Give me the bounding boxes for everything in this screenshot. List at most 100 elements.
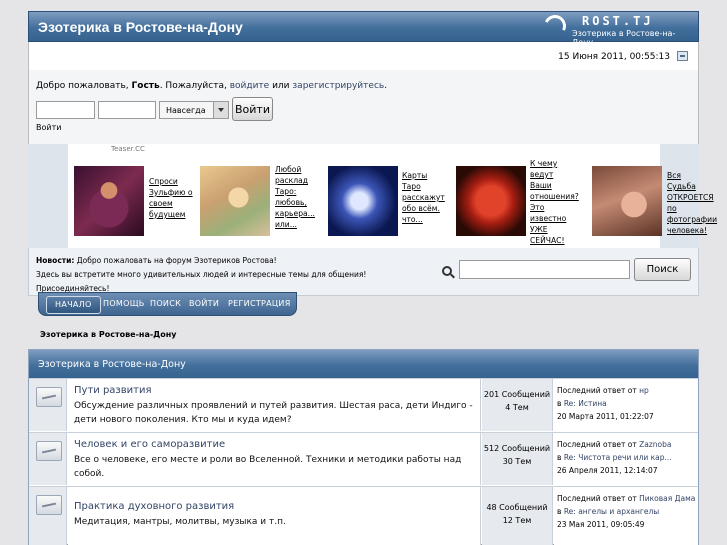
nav-login[interactable]: ВОЙТИ — [189, 299, 219, 308]
teaser-ads: Teaser.CC Спроси Зульфию о своем будущем… — [68, 144, 717, 248]
teaser-label[interactable]: Teaser.CC — [111, 145, 145, 153]
teaser-image-4[interactable] — [456, 166, 526, 236]
board-status-cell — [29, 379, 67, 431]
site-header: Эзотерика в Ростове-на-Дону ROST.TJ Эзот… — [28, 11, 699, 47]
main-navigation: НАЧАЛО ПОМОЩЬ ПОИСК ВОЙТИ РЕГИСТРАЦИЯ — [38, 292, 297, 316]
welcome-text: Добро пожаловать, Гость. Пожалуйста, вой… — [36, 81, 387, 91]
board-posts: 512 Сообщений — [483, 444, 551, 453]
board-status-cell — [29, 487, 67, 545]
news-bar: Новости: Добро пожаловать на форум Эзоте… — [28, 248, 699, 296]
login-label: Войти — [36, 123, 62, 132]
board-info-cell: Практика духовного развития Медитация, м… — [68, 487, 481, 545]
guest-name: Гость — [131, 81, 160, 91]
board-posts: 48 Сообщений — [486, 503, 548, 512]
nav-register[interactable]: РЕГИСТРАЦИЯ — [228, 299, 291, 308]
teaser-block: Teaser.CC Спроси Зульфию о своем будущем… — [28, 144, 717, 248]
collapse-icon[interactable] — [677, 51, 688, 61]
teaser-image-3[interactable] — [328, 166, 398, 236]
last-post-in: в — [557, 507, 564, 516]
board-title[interactable]: Пути развития — [74, 385, 151, 396]
login-link[interactable]: войдите — [230, 81, 270, 91]
board-last-post-cell: Последний ответ от Zaznoba в Re: Чистота… — [554, 433, 698, 485]
user-bar: 15 Июня 2011, 00:55:13 — [28, 42, 699, 70]
current-datetime: 15 Июня 2011, 00:55:13 — [558, 52, 670, 62]
breadcrumb[interactable]: Эзотерика в Ростове-на-Дону — [40, 330, 177, 339]
board-row: Пути развития Обсуждение различных прояв… — [29, 378, 698, 431]
teaser-link-4[interactable]: К чему ведут Ваши отношения? Это известн… — [530, 158, 579, 246]
board-posts: 201 Сообщений — [483, 390, 551, 399]
welcome-or: или — [269, 81, 293, 91]
last-post-date: 26 Апреля 2011, 12:14:07 — [557, 466, 658, 475]
news-text: Новости: Добро пожаловать на форум Эзоте… — [36, 254, 416, 296]
register-link[interactable]: зарегистрируйтесь — [292, 81, 384, 91]
site-title[interactable]: Эзотерика в Ростове-на-Дону — [38, 19, 243, 35]
teaser-image-1[interactable] — [74, 166, 144, 236]
last-post-user[interactable]: нр — [639, 386, 649, 395]
board-stats-cell: 201 Сообщений 4 Тем — [482, 379, 553, 431]
board-status-icon — [36, 387, 62, 407]
search-button[interactable]: Поиск — [634, 258, 691, 281]
session-duration-value: Навсегда — [166, 106, 206, 115]
last-post-user[interactable]: Пиковая Дама — [639, 494, 695, 503]
board-stats-cell: 512 Сообщений 30 Тем — [482, 433, 553, 485]
last-post-topic[interactable]: Re: Истина — [564, 399, 607, 408]
session-duration-select[interactable]: Навсегда — [159, 101, 229, 119]
username-input[interactable] — [36, 101, 95, 119]
last-post-from: от — [625, 386, 640, 395]
welcome-mid: . Пожалуйста, — [159, 81, 230, 91]
last-post-label: Последний ответ — [557, 386, 626, 395]
board-info-cell: Пути развития Обсуждение различных прояв… — [68, 379, 481, 431]
teaser-image-2[interactable] — [200, 166, 270, 236]
last-post-date: 23 Мая 2011, 09:05:49 — [557, 520, 645, 529]
search-input[interactable] — [459, 260, 630, 279]
board-description: Медитация, мантры, молитвы, музыка и т.п… — [74, 517, 286, 527]
news-line-2: Здесь вы встретите много удивительных лю… — [36, 270, 367, 279]
password-input[interactable] — [98, 101, 156, 119]
board-title[interactable]: Практика духовного развития — [74, 501, 234, 512]
news-line-1: Добро пожаловать на форум Эзотериков Рос… — [74, 256, 277, 265]
category-header: Эзотерика в Ростове-на-Дону — [29, 350, 698, 378]
board-category: Эзотерика в Ростове-на-Дону Пути развити… — [28, 349, 699, 545]
board-topics: 4 Тем — [505, 403, 529, 412]
logo-name: ROST.TJ — [582, 14, 654, 28]
last-post-label: Последний ответ — [557, 440, 626, 449]
teaser-image-5[interactable] — [592, 166, 662, 236]
site-logo[interactable]: ROST.TJ Эзотерика в Ростове-на-Дону — [540, 11, 692, 47]
board-stats-cell: 48 Сообщений 12 Тем — [482, 487, 553, 545]
teaser-link-5[interactable]: Вся Судьба ОТКРОЕТСЯ по фотографии челов… — [667, 170, 717, 236]
logo-ring-icon — [540, 11, 570, 41]
last-post-label: Последний ответ — [557, 494, 626, 503]
board-status-cell — [29, 433, 67, 485]
teaser-link-3[interactable]: Карты Таро расскажут обо всём. что... — [402, 170, 448, 225]
login-panel: Добро пожаловать, Гость. Пожалуйста, вой… — [28, 70, 699, 144]
last-post-from: от — [625, 494, 640, 503]
last-post-topic[interactable]: Re: ангелы и архангелы — [564, 507, 659, 516]
board-description: Все о человеке, его месте и роли во Всел… — [74, 455, 462, 479]
welcome-prefix: Добро пожаловать, — [36, 81, 132, 91]
dropdown-arrow-icon — [213, 102, 228, 118]
teaser-link-2[interactable]: Любой расклад Таро: любовь, карьера... и… — [275, 164, 321, 230]
last-post-from: от — [625, 440, 640, 449]
board-title[interactable]: Человек и его саморазвитие — [74, 439, 225, 450]
news-label: Новости: — [36, 256, 75, 265]
nav-search[interactable]: ПОИСК — [150, 299, 181, 308]
search-icon — [442, 266, 452, 276]
login-button[interactable]: Войти — [232, 97, 273, 121]
last-post-date: 20 Марта 2011, 01:22:07 — [557, 412, 654, 421]
nav-help[interactable]: ПОМОЩЬ — [103, 299, 145, 308]
last-post-user[interactable]: Zaznoba — [639, 440, 671, 449]
board-topics: 12 Тем — [502, 516, 532, 525]
board-row: Практика духовного развития Медитация, м… — [29, 486, 698, 545]
board-description: Обсуждение различных проявлений и путей … — [74, 401, 473, 425]
last-post-in: в — [557, 399, 564, 408]
board-topics: 30 Тем — [502, 457, 532, 466]
welcome-period: . — [384, 81, 388, 91]
category-title[interactable]: Эзотерика в Ростове-на-Дону — [38, 359, 186, 370]
last-post-topic[interactable]: Re: Чистота речи или кар... — [564, 453, 672, 462]
teaser-link-1[interactable]: Спроси Зульфию о своем будущем — [149, 176, 195, 220]
board-last-post-cell: Последний ответ от нр в Re: Истина 20 Ма… — [554, 379, 698, 431]
last-post-in: в — [557, 453, 564, 462]
board-info-cell: Человек и его саморазвитие Все о человек… — [68, 433, 481, 485]
board-status-icon — [36, 441, 62, 461]
nav-home[interactable]: НАЧАЛО — [46, 296, 101, 314]
